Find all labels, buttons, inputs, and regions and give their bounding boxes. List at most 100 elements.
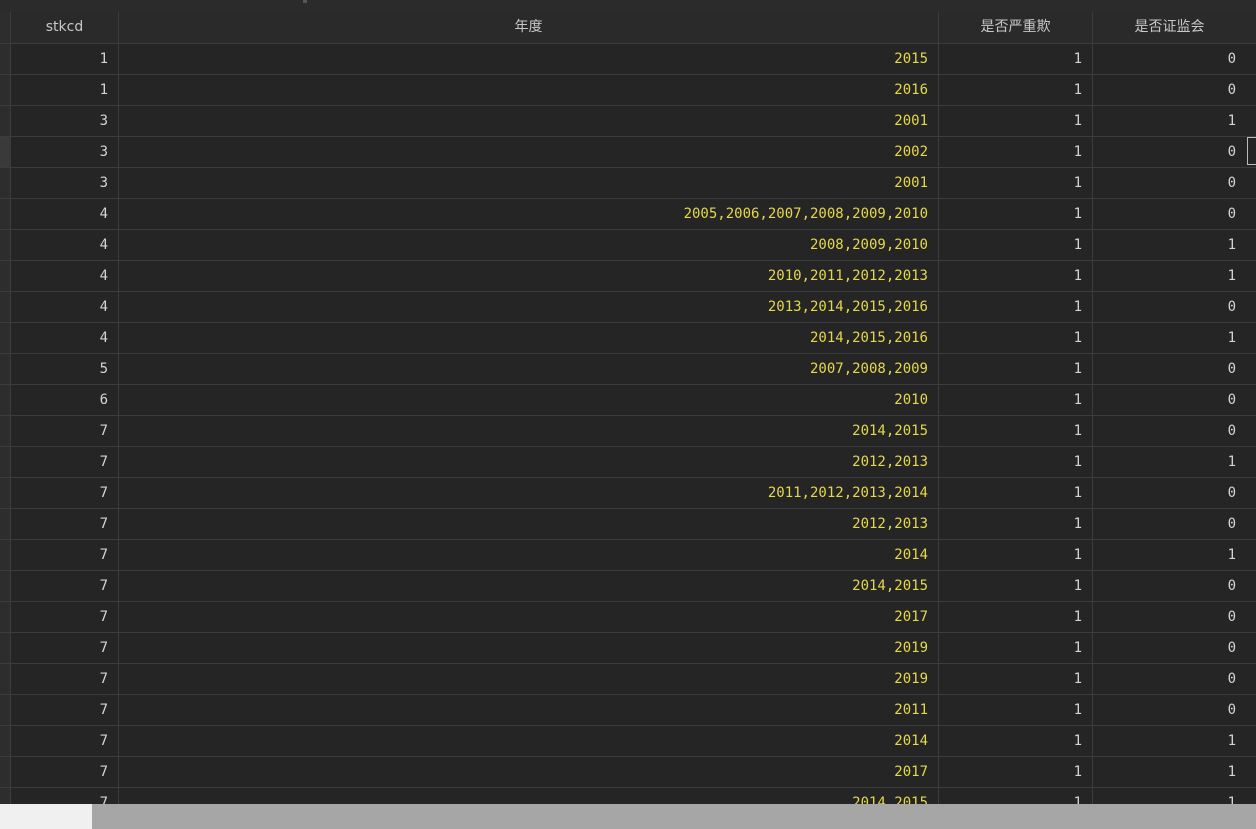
cell-severe-fraud[interactable]: 1 <box>939 75 1093 105</box>
row-gutter[interactable] <box>0 478 11 508</box>
cell-severe-fraud[interactable]: 1 <box>939 633 1093 663</box>
cell-year[interactable]: 2019 <box>119 633 939 663</box>
cell-stkcd[interactable]: 7 <box>11 726 119 756</box>
row-gutter[interactable] <box>0 416 11 446</box>
cell-severe-fraud[interactable]: 1 <box>939 664 1093 694</box>
table-row[interactable]: 7 2014 1 1 <box>0 726 1256 757</box>
cell-csrc[interactable]: 0 <box>1093 354 1246 384</box>
cell-stkcd[interactable]: 7 <box>11 447 119 477</box>
cell-stkcd[interactable]: 4 <box>11 261 119 291</box>
row-gutter[interactable] <box>0 509 11 539</box>
column-header-severe-fraud[interactable]: 是否严重欺 <box>939 12 1093 43</box>
table-row[interactable]: 7 2014,2015 1 0 <box>0 416 1256 447</box>
table-row[interactable]: 7 2011,2012,2013,2014 1 0 <box>0 478 1256 509</box>
table-row[interactable]: 4 2010,2011,2012,2013 1 1 <box>0 261 1256 292</box>
cell-csrc[interactable]: 0 <box>1093 633 1246 663</box>
cell-csrc[interactable]: 0 <box>1093 416 1246 446</box>
row-gutter[interactable] <box>0 447 11 477</box>
cell-severe-fraud[interactable]: 1 <box>939 447 1093 477</box>
cell-year[interactable]: 2008,2009,2010 <box>119 230 939 260</box>
cell-severe-fraud[interactable]: 1 <box>939 509 1093 539</box>
table-row[interactable]: 5 2007,2008,2009 1 0 <box>0 354 1256 385</box>
cell-csrc[interactable]: 1 <box>1093 540 1246 570</box>
cell-year[interactable]: 2001 <box>119 168 939 198</box>
table-row[interactable]: 6 2010 1 0 <box>0 385 1256 416</box>
cell-severe-fraud[interactable]: 1 <box>939 106 1093 136</box>
cell-severe-fraud[interactable]: 1 <box>939 788 1093 804</box>
horizontal-scrollbar[interactable] <box>0 804 1256 829</box>
cell-stkcd[interactable]: 4 <box>11 230 119 260</box>
cell-stkcd[interactable]: 5 <box>11 354 119 384</box>
cell-year[interactable]: 2012,2013 <box>119 447 939 477</box>
cell-severe-fraud[interactable]: 1 <box>939 261 1093 291</box>
row-gutter[interactable] <box>0 199 11 229</box>
cell-stkcd[interactable]: 7 <box>11 602 119 632</box>
row-gutter[interactable] <box>0 385 11 415</box>
cell-severe-fraud[interactable]: 1 <box>939 168 1093 198</box>
cell-stkcd[interactable]: 7 <box>11 664 119 694</box>
row-gutter[interactable] <box>0 602 11 632</box>
cell-severe-fraud[interactable]: 1 <box>939 726 1093 756</box>
cell-year[interactable]: 2014,2015 <box>119 416 939 446</box>
column-header-stkcd[interactable]: stkcd <box>11 12 119 43</box>
table-row[interactable]: 7 2017 1 1 <box>0 757 1256 788</box>
cell-severe-fraud[interactable]: 1 <box>939 571 1093 601</box>
cell-severe-fraud[interactable]: 1 <box>939 292 1093 322</box>
cell-year[interactable]: 2014,2015,2016 <box>119 323 939 353</box>
cell-stkcd[interactable]: 3 <box>11 106 119 136</box>
table-row[interactable]: 7 2012,2013 1 1 <box>0 447 1256 478</box>
cell-year[interactable]: 2014 <box>119 726 939 756</box>
cell-stkcd[interactable]: 7 <box>11 695 119 725</box>
cell-year[interactable]: 2014,2015 <box>119 788 939 804</box>
cell-stkcd[interactable]: 4 <box>11 323 119 353</box>
cell-csrc[interactable]: 1 <box>1093 106 1246 136</box>
cell-year[interactable]: 2012,2013 <box>119 509 939 539</box>
table-row[interactable]: 7 2017 1 0 <box>0 602 1256 633</box>
table-row[interactable]: 1 2016 1 0 <box>0 75 1256 106</box>
cell-severe-fraud[interactable]: 1 <box>939 230 1093 260</box>
cell-year[interactable]: 2014,2015 <box>119 571 939 601</box>
row-gutter[interactable] <box>0 757 11 787</box>
cell-csrc[interactable]: 1 <box>1093 323 1246 353</box>
table-row[interactable]: 4 2008,2009,2010 1 1 <box>0 230 1256 261</box>
cell-csrc[interactable]: 1 <box>1093 230 1246 260</box>
cell-csrc[interactable]: 0 <box>1093 695 1246 725</box>
row-gutter[interactable] <box>0 695 11 725</box>
cell-severe-fraud[interactable]: 1 <box>939 385 1093 415</box>
cell-csrc[interactable]: 0 <box>1093 478 1246 508</box>
cell-year[interactable]: 2007,2008,2009 <box>119 354 939 384</box>
cell-csrc[interactable]: 1 <box>1093 261 1246 291</box>
table-row[interactable]: 7 2019 1 0 <box>0 633 1256 664</box>
cell-year[interactable]: 2005,2006,2007,2008,2009,2010 <box>119 199 939 229</box>
cell-stkcd[interactable]: 7 <box>11 633 119 663</box>
table-row[interactable]: 3 2002 1 0 <box>0 137 1256 168</box>
cell-year[interactable]: 2011,2012,2013,2014 <box>119 478 939 508</box>
row-gutter[interactable] <box>0 168 11 198</box>
table-row[interactable]: 7 2019 1 0 <box>0 664 1256 695</box>
cell-stkcd[interactable]: 7 <box>11 757 119 787</box>
cell-stkcd[interactable]: 7 <box>11 509 119 539</box>
cell-csrc[interactable]: 0 <box>1093 137 1246 167</box>
data-grid[interactable]: stkcd 年度 是否严重欺 是否证监会 1 2015 1 0 1 2016 1 0 3 2001… <box>0 12 1256 804</box>
cell-csrc[interactable]: 0 <box>1093 75 1246 105</box>
cell-year[interactable]: 2013,2014,2015,2016 <box>119 292 939 322</box>
table-row[interactable]: 4 2005,2006,2007,2008,2009,2010 1 0 <box>0 199 1256 230</box>
cell-year[interactable]: 2014 <box>119 540 939 570</box>
table-row[interactable]: 1 2015 1 0 <box>0 44 1256 75</box>
row-gutter[interactable] <box>0 230 11 260</box>
table-row[interactable]: 7 2014,2015 1 1 <box>0 788 1256 804</box>
cell-severe-fraud[interactable]: 1 <box>939 354 1093 384</box>
cell-stkcd[interactable]: 7 <box>11 478 119 508</box>
cell-stkcd[interactable]: 4 <box>11 199 119 229</box>
splitter-handle[interactable] <box>303 0 307 3</box>
cell-severe-fraud[interactable]: 1 <box>939 757 1093 787</box>
row-gutter[interactable] <box>0 633 11 663</box>
table-row[interactable]: 7 2012,2013 1 0 <box>0 509 1256 540</box>
row-gutter[interactable] <box>0 106 11 136</box>
cell-severe-fraud[interactable]: 1 <box>939 540 1093 570</box>
table-row[interactable]: 7 2014 1 1 <box>0 540 1256 571</box>
column-header-csrc[interactable]: 是否证监会 <box>1093 12 1246 43</box>
cell-severe-fraud[interactable]: 1 <box>939 137 1093 167</box>
cell-csrc[interactable]: 0 <box>1093 44 1246 74</box>
cell-severe-fraud[interactable]: 1 <box>939 478 1093 508</box>
